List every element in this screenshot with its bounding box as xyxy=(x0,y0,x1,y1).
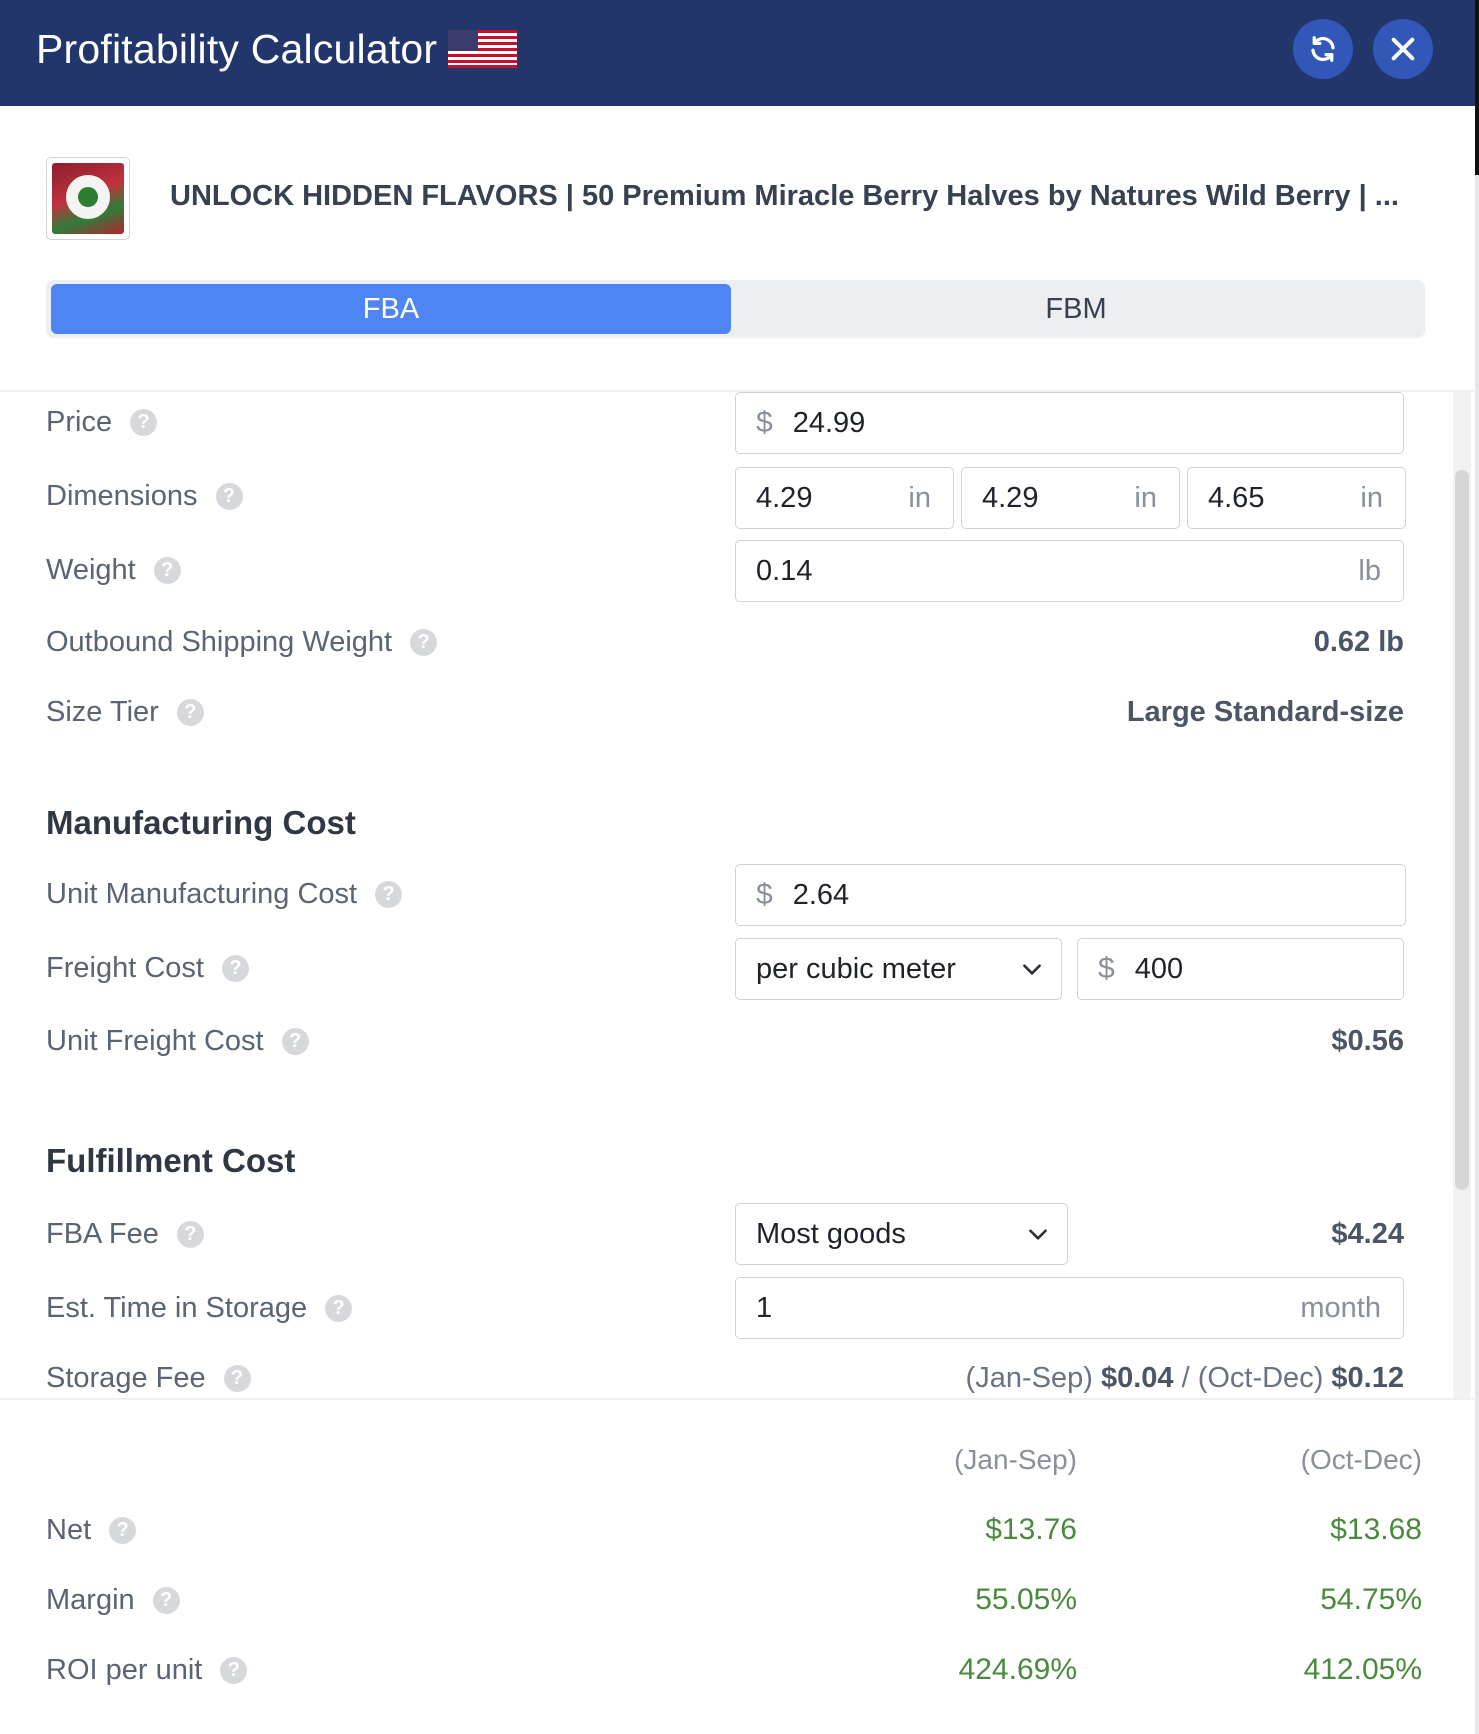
unit-manufacturing-cost-label: Unit Manufacturing Cost? xyxy=(46,878,403,911)
fulfillment-section-title: Fulfillment Cost xyxy=(46,1142,296,1179)
unit-manufacturing-cost-input[interactable]: $2.64 xyxy=(735,864,1406,926)
net-value-oct-dec: $13.68 xyxy=(1330,1513,1422,1546)
refresh-button[interactable] xyxy=(1293,19,1353,79)
margin-label: Margin? xyxy=(46,1584,180,1617)
help-icon[interactable]: ? xyxy=(109,1517,137,1544)
dimensions-label: Dimensions? xyxy=(46,480,243,513)
outbound-weight-value: 0.62 lb xyxy=(1313,626,1404,658)
freight-unit-select[interactable]: per cubic meter xyxy=(735,938,1062,1000)
roi-label: ROI per unit? xyxy=(46,1654,248,1687)
freight-cost-label: Freight Cost? xyxy=(46,952,249,985)
help-icon[interactable]: ? xyxy=(325,1295,353,1322)
roi-value-jan-sep: 424.69% xyxy=(958,1653,1077,1686)
help-icon[interactable]: ? xyxy=(152,1587,180,1614)
size-tier-label: Size Tier? xyxy=(46,696,204,729)
help-icon[interactable]: ? xyxy=(221,955,249,982)
tab-fba[interactable]: FBA xyxy=(51,284,731,334)
unit-freight-cost-value: $0.56 xyxy=(1331,1025,1404,1057)
manufacturing-section-title: Manufacturing Cost xyxy=(46,804,356,841)
refresh-icon xyxy=(1311,36,1335,62)
height-input[interactable]: 4.65 in xyxy=(1187,467,1406,529)
chevron-down-icon xyxy=(1023,964,1041,975)
price-label: Price? xyxy=(46,406,158,439)
unit-freight-cost-label: Unit Freight Cost? xyxy=(46,1025,309,1058)
help-icon[interactable]: ? xyxy=(220,1657,248,1684)
freight-cost-input[interactable]: $400 xyxy=(1077,938,1404,1000)
product-title: UNLOCK HIDDEN FLAVORS | 50 Premium Mirac… xyxy=(170,180,1399,212)
net-value-jan-sep: $13.76 xyxy=(985,1513,1077,1546)
margin-value-jan-sep: 55.05% xyxy=(975,1583,1077,1616)
fba-fee-label: FBA Fee? xyxy=(46,1218,204,1251)
help-icon[interactable]: ? xyxy=(223,1365,251,1392)
storage-fee-value: (Jan-Sep) $0.04 / (Oct-Dec) $0.12 xyxy=(965,1362,1404,1394)
storage-time-label: Est. Time in Storage? xyxy=(46,1292,353,1325)
weight-label: Weight? xyxy=(46,554,181,587)
help-icon[interactable]: ? xyxy=(375,881,403,908)
help-icon[interactable]: ? xyxy=(215,483,243,510)
weight-input[interactable]: 0.14 lb xyxy=(735,540,1404,602)
scrollbar-thumb[interactable] xyxy=(1455,470,1469,1190)
help-icon[interactable]: ? xyxy=(130,409,158,436)
help-icon[interactable]: ? xyxy=(153,557,181,584)
close-icon xyxy=(1391,37,1415,61)
product-image xyxy=(46,157,130,240)
calculator-header: Profitability Calculator xyxy=(0,0,1475,106)
help-icon[interactable]: ? xyxy=(176,699,204,726)
chevron-down-icon xyxy=(1029,1229,1047,1240)
close-button[interactable] xyxy=(1373,19,1433,79)
help-icon[interactable]: ? xyxy=(176,1221,204,1248)
price-input[interactable]: $24.99 xyxy=(735,392,1404,454)
results-col-oct-dec: (Oct-Dec) xyxy=(1300,1444,1422,1475)
help-icon[interactable]: ? xyxy=(410,629,438,656)
storage-time-input[interactable]: 1 month xyxy=(735,1277,1404,1339)
fba-fee-value: $4.24 xyxy=(1331,1218,1404,1250)
width-input[interactable]: 4.29 in xyxy=(961,467,1180,529)
results-col-jan-sep: (Jan-Sep) xyxy=(954,1444,1077,1475)
net-label: Net? xyxy=(46,1514,137,1547)
fulfillment-tabs: FBA FBM xyxy=(46,280,1425,338)
page-title: Profitability Calculator xyxy=(36,26,438,72)
outbound-weight-label: Outbound Shipping Weight? xyxy=(46,626,438,659)
storage-fee-label: Storage Fee? xyxy=(46,1362,251,1395)
window-edge xyxy=(1475,0,1479,1734)
us-flag-icon xyxy=(448,30,517,68)
tab-fbm[interactable]: FBM xyxy=(731,284,1421,334)
roi-value-oct-dec: 412.05% xyxy=(1303,1653,1422,1686)
margin-value-oct-dec: 54.75% xyxy=(1320,1583,1422,1616)
size-tier-value: Large Standard-size xyxy=(1126,696,1404,728)
length-input[interactable]: 4.29 in xyxy=(735,467,954,529)
results-divider xyxy=(0,1398,1475,1400)
help-icon[interactable]: ? xyxy=(281,1028,309,1055)
fba-fee-category-select[interactable]: Most goods xyxy=(735,1203,1068,1265)
